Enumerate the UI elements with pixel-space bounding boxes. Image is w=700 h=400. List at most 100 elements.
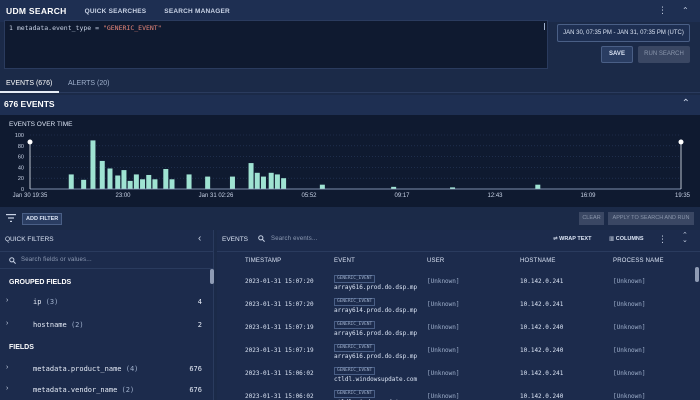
- event-cell[interactable]: array616.prod.do.dsp.mp: [334, 353, 417, 360]
- chart-bar[interactable]: [274, 174, 280, 189]
- range-start-handle[interactable]: [27, 139, 33, 145]
- chart-bar[interactable]: [268, 172, 274, 189]
- y-tick-label: 60: [18, 155, 24, 161]
- chart-bar[interactable]: [254, 172, 260, 189]
- events-header: 676 EVENTS ⌃: [0, 95, 700, 115]
- chevron-right-icon[interactable]: ›: [6, 364, 8, 371]
- distinct-count: (2): [70, 321, 84, 329]
- chart-bar[interactable]: [169, 179, 175, 189]
- save-button[interactable]: SAVE: [601, 46, 633, 63]
- chart-bar[interactable]: [90, 140, 96, 189]
- wrap-text-label: WRAP TEXT: [559, 236, 592, 242]
- chevron-right-icon[interactable]: ›: [6, 320, 8, 327]
- chevron-right-icon[interactable]: ›: [6, 385, 8, 392]
- chart-bar[interactable]: [133, 174, 139, 189]
- run-search-button[interactable]: RUN SEARCH: [638, 46, 690, 63]
- field-name: hostname: [33, 321, 67, 329]
- chart-bar[interactable]: [229, 176, 235, 189]
- table-row[interactable]: 2023-01-31 15:06:02GENERIC_EVENTctldl.wi…: [217, 389, 695, 400]
- event-search-input[interactable]: Search events...: [271, 236, 318, 242]
- chart-bar[interactable]: [99, 160, 105, 189]
- event-cell[interactable]: array616.prod.do.dsp.mp: [334, 284, 417, 291]
- chart-bar[interactable]: [127, 180, 133, 189]
- events-label: EVENTS: [222, 236, 249, 243]
- query-text[interactable]: 1 metadata.event_type = "GENERIC_EVENT": [9, 24, 162, 32]
- field-product-name[interactable]: › metadata.product_name (4) 676: [0, 362, 210, 376]
- event-cell[interactable]: array616.prod.do.dsp.mp: [334, 330, 417, 337]
- hostname-cell[interactable]: 10.142.0.240: [520, 347, 563, 354]
- apply-to-search-button[interactable]: APPLY TO SEARCH AND RUN: [608, 212, 694, 225]
- x-tick-label: 12:43: [487, 193, 503, 199]
- chart-bar[interactable]: [248, 163, 254, 189]
- table-row[interactable]: 2023-01-31 15:07:20 GENERIC_EVENT array614…: [217, 297, 695, 319]
- more-options-icon[interactable]: ⋮: [658, 235, 667, 244]
- column-header-process-name[interactable]: PROCESS NAME: [613, 258, 664, 264]
- column-header-hostname[interactable]: HOSTNAME: [520, 258, 556, 264]
- chart-bar[interactable]: [260, 176, 266, 189]
- x-tick-label: 23:00: [115, 193, 131, 199]
- search-manager-link[interactable]: SEARCH MANAGER: [164, 8, 230, 15]
- range-end-handle[interactable]: [678, 139, 684, 145]
- event-cell[interactable]: array614.prod.do.dsp.mp: [334, 307, 417, 314]
- chart-bar[interactable]: [281, 178, 287, 189]
- y-tick-label: 40: [18, 165, 24, 171]
- column-header-event[interactable]: EVENT: [334, 258, 355, 264]
- chart-bar[interactable]: [68, 174, 74, 189]
- chart-bar[interactable]: [205, 176, 211, 189]
- table-row[interactable]: 2023-01-31 15:07:19 GENERIC_EVENT array616…: [217, 343, 695, 365]
- table-row[interactable]: 2023-01-31 15:06:02GENERIC_EVENTctldl.wi…: [217, 366, 695, 388]
- scrollbar[interactable]: [210, 269, 214, 284]
- chart-bar[interactable]: [121, 170, 127, 189]
- x-tick-label: 19:35: [675, 193, 691, 199]
- clear-button[interactable]: CLEAR: [579, 212, 604, 225]
- x-tick-label: Jan 30 19:35: [13, 193, 48, 199]
- chart-bar[interactable]: [140, 179, 146, 189]
- tab-alerts[interactable]: ALERTS (20): [68, 80, 110, 87]
- time-range-selector[interactable]: JAN 30, 07:35 PM - JAN 31, 07:35 PM (UTC…: [557, 24, 690, 42]
- event-type-badge: GENERIC_EVENT: [334, 298, 376, 306]
- grouped-field-hostname[interactable]: › hostname (2) 2: [0, 318, 210, 332]
- quick-filter-search[interactable]: Search fields or values...: [0, 251, 214, 269]
- columns-button[interactable]: ▥ COLUMNS: [609, 236, 644, 242]
- hostname-cell[interactable]: 10.142.0.241: [520, 278, 563, 285]
- chart-bar[interactable]: [115, 175, 121, 190]
- chart-bar[interactable]: [152, 179, 158, 189]
- column-header-timestamp[interactable]: TIMESTAMP: [245, 258, 281, 264]
- hostname-cell[interactable]: 10.142.0.240: [520, 324, 563, 331]
- chart-bar[interactable]: [163, 169, 169, 189]
- hostname-cell[interactable]: 10.142.0.241: [520, 370, 563, 377]
- hostname-cell[interactable]: 10.142.0.240: [520, 393, 563, 400]
- field-count: 676: [189, 386, 202, 394]
- wrap-text-button[interactable]: ⇌ WRAP TEXT: [553, 236, 591, 242]
- tab-events[interactable]: EVENTS (676): [6, 80, 52, 87]
- chart-bar[interactable]: [535, 184, 541, 189]
- sort-icon[interactable]: ⌃ ⌄: [682, 232, 688, 244]
- chevron-left-icon[interactable]: ‹: [198, 233, 201, 244]
- quick-searches-link[interactable]: QUICK SEARCHES: [85, 8, 147, 15]
- grouped-field-ip[interactable]: › ip (3) 4: [0, 295, 210, 309]
- hostname-cell[interactable]: 10.142.0.241: [520, 301, 563, 308]
- table-row[interactable]: 2023-01-31 15:07:20 GENERIC_EVENT array616…: [217, 274, 695, 296]
- event-cell[interactable]: ctldl.windowsupdate.com: [334, 376, 417, 383]
- chart-bar[interactable]: [319, 184, 325, 189]
- more-options-icon[interactable]: ⋮: [658, 6, 667, 15]
- timestamp-cell: 2023-01-31 15:06:02: [245, 370, 314, 377]
- x-tick-label: Jan 31 02:26: [199, 193, 234, 199]
- chart-bar[interactable]: [146, 174, 152, 189]
- table-row[interactable]: 2023-01-31 15:07:19 GENERIC_EVENT array616…: [217, 320, 695, 342]
- chevron-right-icon[interactable]: ›: [6, 297, 8, 304]
- filter-icon[interactable]: [6, 214, 16, 222]
- field-vendor-name[interactable]: › metadata.vendor_name (2) 676: [0, 383, 210, 397]
- add-filter-button[interactable]: ADD FILTER: [22, 213, 63, 225]
- collapse-icon[interactable]: ⌃: [682, 98, 690, 109]
- expand-icon[interactable]: ⌃: [682, 6, 689, 15]
- line-number: 1: [9, 24, 13, 32]
- chart-bar[interactable]: [81, 179, 87, 189]
- column-header-user[interactable]: USER: [427, 258, 444, 264]
- field-search-input[interactable]: Search fields or values...: [21, 257, 92, 263]
- chart-bar[interactable]: [107, 168, 113, 189]
- scrollbar[interactable]: [695, 267, 699, 282]
- chart-bar[interactable]: [186, 174, 192, 189]
- field-name: metadata.product_name: [33, 365, 122, 373]
- query-editor[interactable]: 1 metadata.event_type = "GENERIC_EVENT": [4, 20, 548, 69]
